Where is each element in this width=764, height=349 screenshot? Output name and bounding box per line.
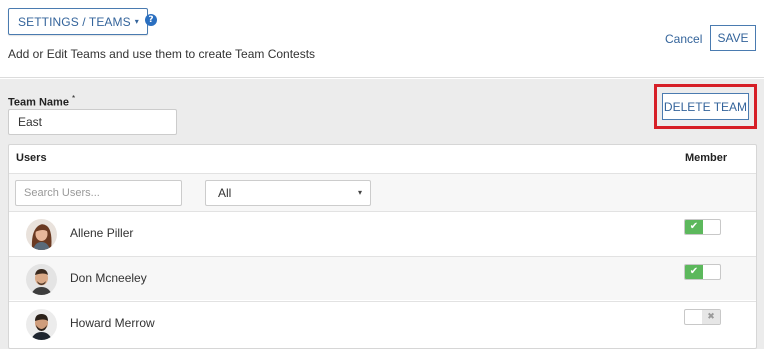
page-subtitle: Add or Edit Teams and use them to create… xyxy=(8,47,316,61)
delete-team-button[interactable]: DELETE TEAM xyxy=(662,93,749,120)
member-toggle[interactable]: ✔ xyxy=(684,219,721,235)
users-column-header: Users xyxy=(16,152,47,164)
save-button[interactable]: SAVE xyxy=(710,25,756,51)
user-filter-select[interactable]: All ▾ xyxy=(205,180,371,206)
team-editor: Team Name * East DELETE TEAM Users Membe… xyxy=(0,79,764,349)
check-icon: ✔ xyxy=(685,265,703,279)
member-column-header: Member xyxy=(685,152,728,164)
user-filter-value: All xyxy=(218,186,232,200)
team-name-input[interactable]: East xyxy=(8,109,177,135)
breadcrumb-dropdown[interactable]: SETTINGS / TEAMS ▾ xyxy=(8,8,148,35)
user-row: Don Mcneeley ✔ xyxy=(9,256,756,300)
header-bar: SETTINGS / TEAMS ▾ ? Add or Edit Teams a… xyxy=(0,0,764,78)
user-row: Allene Piller ✔ xyxy=(9,212,756,256)
male-avatar xyxy=(26,264,57,295)
close-icon: ✖ xyxy=(702,310,720,324)
member-toggle[interactable]: ✖ xyxy=(684,309,721,325)
cancel-link[interactable]: Cancel xyxy=(665,32,702,46)
user-name: Allene Piller xyxy=(70,226,134,240)
users-panel: Users Member Search Users... All ▾ Allen… xyxy=(8,144,757,349)
user-name: Howard Merrow xyxy=(70,316,155,330)
caret-down-icon: ▾ xyxy=(357,188,362,197)
female-avatar xyxy=(26,219,57,250)
member-toggle[interactable]: ✔ xyxy=(684,264,721,280)
male-avatar xyxy=(26,309,57,340)
check-icon: ✔ xyxy=(685,220,703,234)
filter-row: Search Users... All ▾ xyxy=(9,173,756,212)
breadcrumb-label: SETTINGS / TEAMS xyxy=(18,14,131,29)
team-name-label-text: Team Name xyxy=(8,96,69,109)
caret-down-icon: ▾ xyxy=(134,17,139,26)
help-icon[interactable]: ? xyxy=(145,14,157,26)
highlight-box: DELETE TEAM xyxy=(654,84,757,129)
search-users-input[interactable]: Search Users... xyxy=(15,180,182,206)
user-row: Howard Merrow ✖ xyxy=(9,301,756,345)
user-name: Don Mcneeley xyxy=(70,271,147,285)
required-marker: * xyxy=(72,94,76,103)
team-name-label: Team Name * xyxy=(8,94,75,109)
